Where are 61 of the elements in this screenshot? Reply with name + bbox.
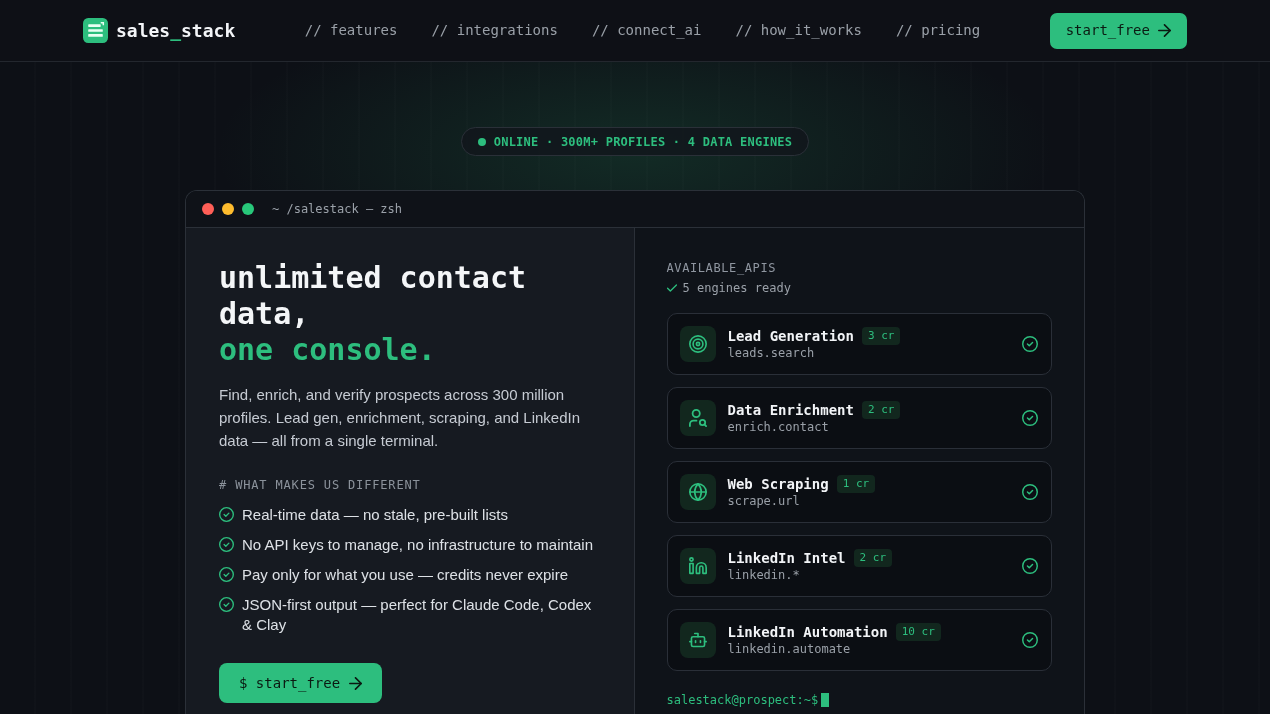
logo-icon xyxy=(83,18,108,43)
api-card[interactable]: LinkedIn Automation 10 cr linkedin.automate xyxy=(666,609,1052,671)
api-card[interactable]: LinkedIn Intel 2 cr linkedin.* xyxy=(666,535,1052,597)
status-dot-icon xyxy=(477,137,486,146)
check-circle-icon xyxy=(1022,336,1038,352)
api-endpoint: linkedin.automate xyxy=(727,641,852,657)
feature-text: Pay only for what you use — credits never expire xyxy=(242,565,568,585)
window-title: ~ /salestack — zsh xyxy=(272,201,403,218)
nav-link[interactable]: // how_it_works xyxy=(735,20,862,41)
feature-text: JSON-first output — perfect for Claude Code, Codex & Clay xyxy=(242,595,593,635)
cursor-icon xyxy=(821,693,830,707)
credit-badge: 2 cr xyxy=(861,401,901,419)
api-endpoint: enrich.contact xyxy=(727,419,830,435)
feature-text: Real-time data — no stale, pre-built lists xyxy=(242,505,508,525)
nav-link[interactable]: // integrations xyxy=(431,20,558,41)
api-name: Data Enrichment xyxy=(727,401,854,419)
api-endpoint: linkedin.* xyxy=(727,567,801,583)
credit-badge: 3 cr xyxy=(861,327,901,345)
status-text: 5 engines ready xyxy=(682,280,791,296)
robot-icon xyxy=(679,622,716,658)
start-free-button[interactable]: start_free xyxy=(1049,12,1187,49)
api-endpoint: scrape.url xyxy=(727,493,801,509)
api-name: Lead Generation xyxy=(727,327,854,345)
window-close-icon xyxy=(202,203,214,215)
check-icon xyxy=(666,283,677,293)
check-circle-icon xyxy=(219,537,234,552)
status-pill: ONLINE · 300M+ PROFILES · 4 DATA ENGINES xyxy=(460,127,810,156)
linkedin-icon xyxy=(679,548,716,584)
check-circle-icon xyxy=(1022,484,1038,500)
api-card[interactable]: Lead Generation 3 cr leads.search xyxy=(666,313,1052,375)
check-circle-icon xyxy=(219,567,234,582)
user-search-icon xyxy=(679,400,716,436)
nav-link[interactable]: // pricing xyxy=(895,20,981,41)
hero-heading: unlimited contact data, one console. xyxy=(219,260,528,368)
nav-link[interactable]: // connect_ai xyxy=(591,20,702,41)
section-label: # WHAT MAKES US DIFFERENT xyxy=(219,477,421,493)
check-circle-icon xyxy=(1022,558,1038,574)
nav-link[interactable]: // features xyxy=(304,20,398,41)
target-icon xyxy=(679,326,716,362)
start-free-button[interactable]: $ start_free xyxy=(219,663,383,703)
api-card[interactable]: Web Scraping 1 cr scrape.url xyxy=(666,461,1052,523)
api-name: Web Scraping xyxy=(727,475,829,493)
globe-icon xyxy=(679,474,716,510)
credit-badge: 1 cr xyxy=(836,475,876,493)
credit-badge: 2 cr xyxy=(853,549,892,567)
brand-name[interactable]: sales_stack xyxy=(116,17,236,44)
shell-prompt: salestack@prospect:~$ xyxy=(666,692,819,708)
check-circle-icon xyxy=(1022,632,1038,648)
api-name: LinkedIn Automation xyxy=(727,623,888,641)
credit-badge: 10 cr xyxy=(895,623,941,641)
api-name: LinkedIn Intel xyxy=(727,549,846,567)
check-circle-icon xyxy=(219,507,234,522)
hero-description: Find, enrich, and verify prospects across 300 million profiles. Lead gen, enrichment, scraping, and LinkedIn data — all from a single terminal. xyxy=(219,385,582,451)
check-circle-icon xyxy=(219,597,234,612)
feature-text: No API keys to manage, no infrastructure to maintain xyxy=(242,535,593,555)
api-endpoint: leads.search xyxy=(727,345,816,361)
api-card[interactable]: Data Enrichment 2 cr enrich.contact xyxy=(666,387,1052,449)
panel-title: AVAILABLE_APIS xyxy=(666,260,778,276)
window-maximize-icon xyxy=(242,203,254,215)
window-minimize-icon xyxy=(222,203,234,215)
check-circle-icon xyxy=(1022,410,1038,426)
